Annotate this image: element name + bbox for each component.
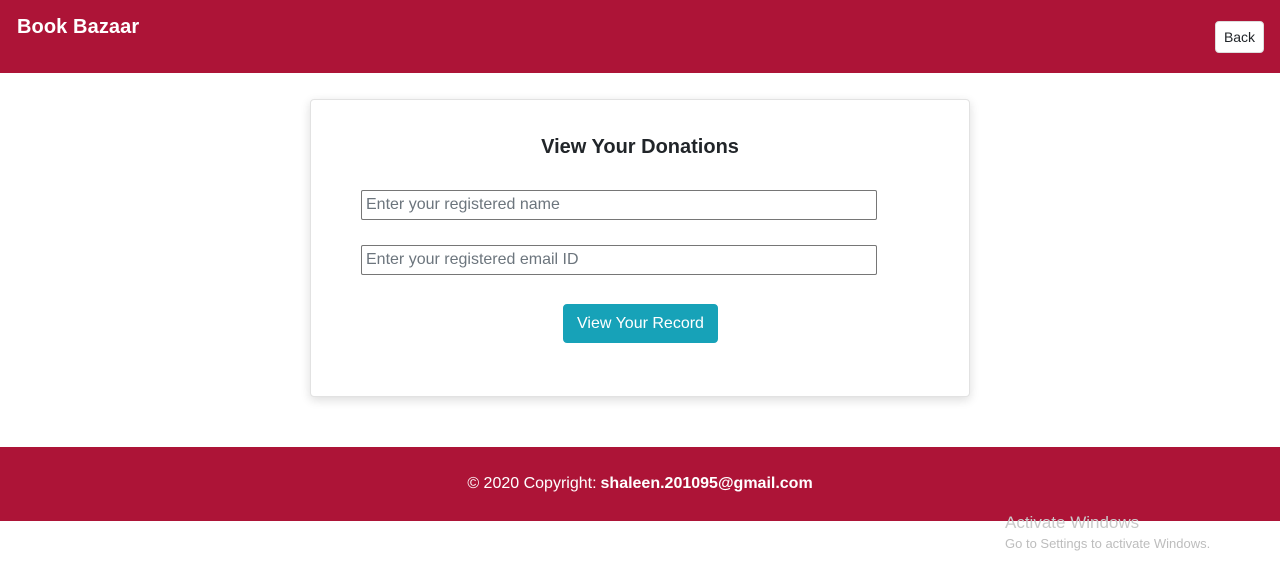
view-record-button[interactable]: View Your Record	[563, 304, 718, 343]
watermark-title: Activate Windows	[1005, 513, 1140, 532]
footer: © 2020 Copyright: shaleen.201095@gmail.c…	[0, 447, 1280, 521]
footer-email: shaleen.201095@gmail.com	[600, 475, 813, 492]
donations-card: View Your Donations View Your Record	[310, 99, 970, 397]
registered-name-input[interactable]	[361, 190, 877, 220]
watermark-subtitle: Go to Settings to activate Windows.	[1005, 536, 1211, 551]
windows-activation-watermark: Activate Windows Go to Settings to activ…	[1005, 513, 1210, 553]
navbar: Book Bazaar Back	[0, 0, 1280, 73]
registered-email-input[interactable]	[361, 245, 877, 275]
brand-title[interactable]: Book Bazaar	[17, 16, 139, 39]
back-button[interactable]: Back	[1215, 21, 1264, 53]
footer-copyright: © 2020 Copyright:	[467, 475, 597, 492]
card-title: View Your Donations	[541, 136, 739, 158]
